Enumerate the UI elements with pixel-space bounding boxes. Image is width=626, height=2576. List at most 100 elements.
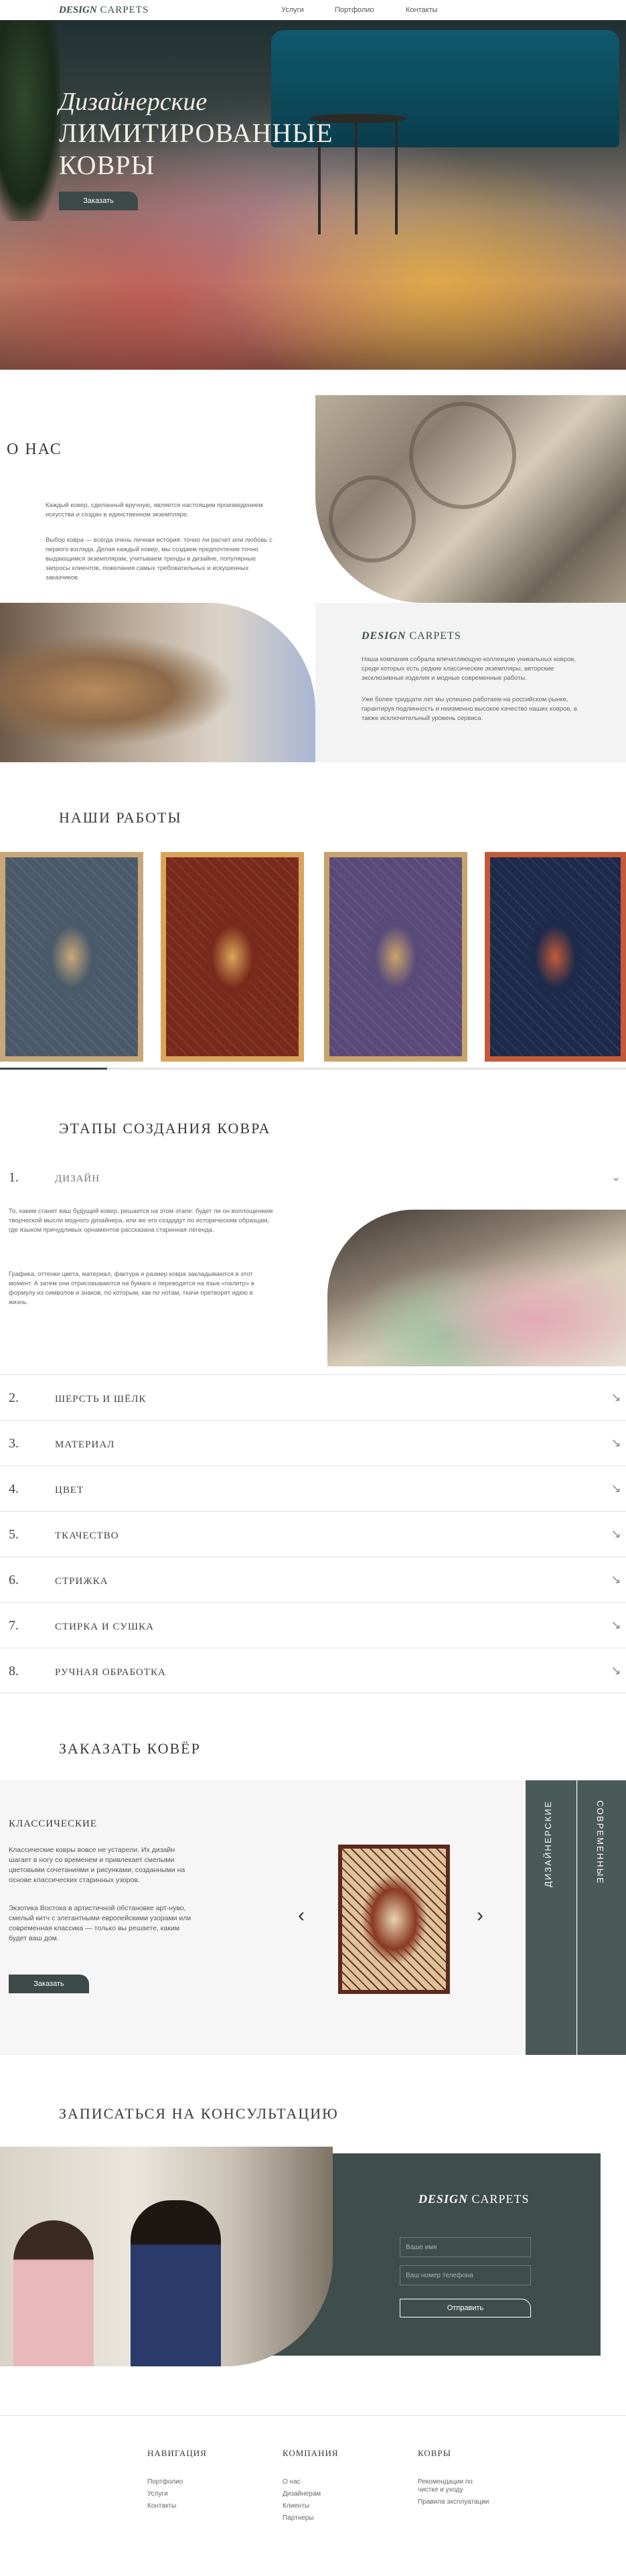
about-right-paragraph-2: Уже более тридцати лет мы успешно работа…	[362, 696, 577, 722]
tab-designer-label: ДИЗАЙНЕРСКИЕ	[543, 1800, 553, 1887]
consult-title: ЗАПИСАТЬСЯ НА КОНСУЛЬТАЦИЮ	[59, 2105, 339, 2122]
stage-number: 2.	[9, 1390, 19, 1405]
person-image	[131, 2200, 221, 2366]
hero-title: ЛИМИТИРОВАННЫЕ КОВРЫ	[59, 117, 367, 182]
header: DESIGN CARPETS Услуги Портфолио Контакты	[0, 0, 626, 20]
chevron-down-icon[interactable]: ⌄	[610, 1171, 622, 1183]
person-image	[13, 2220, 94, 2366]
stage-label: МАТЕРИАЛ	[55, 1439, 115, 1450]
logo[interactable]: DESIGN CARPETS	[59, 5, 149, 16]
about-title: О НАС	[7, 441, 62, 458]
stage-label: СТРИЖКА	[55, 1576, 108, 1587]
order-rug-image	[338, 1845, 450, 1994]
about-paragraph-2: Выбор ковра — всегда очень личная истори…	[46, 536, 272, 581]
works-rug-4[interactable]	[485, 852, 626, 1062]
consult-logo: DESIGN CARPETS	[418, 2192, 530, 2206]
footer-heading-company: КОМПАНИЯ	[283, 2448, 339, 2458]
hero-order-button[interactable]: Заказать	[59, 192, 138, 210]
carpet-roll	[409, 402, 516, 509]
carpet-rolls-image	[315, 395, 626, 603]
stage-row-material[interactable]: 3. МАТЕРИАЛ ↘	[0, 1420, 626, 1465]
logo-mark: DESIGN	[59, 5, 97, 15]
footer-link[interactable]: Услуги	[147, 2490, 221, 2498]
about-logo: DESIGN CARPETS	[362, 630, 461, 642]
about-logo-mark: DESIGN	[362, 630, 406, 642]
arrow-down-right-icon[interactable]: ↘	[610, 1437, 622, 1449]
stage-row-cutting[interactable]: 6. СТРИЖКА ↘	[0, 1557, 626, 1602]
name-field[interactable]	[400, 2237, 531, 2257]
arrow-down-right-icon[interactable]: ↘	[610, 1619, 622, 1631]
logo-text: CARPETS	[100, 5, 149, 15]
stage-number: 4.	[9, 1482, 19, 1496]
works-rug-2[interactable]	[161, 852, 304, 1062]
carousel-prev-icon[interactable]: ‹	[298, 1904, 305, 1927]
about-logo-text: CARPETS	[409, 630, 461, 642]
hero-table-leg	[395, 121, 398, 234]
stage-label: ДИЗАЙН	[55, 1173, 100, 1184]
nav-link-contacts[interactable]: Контакты	[406, 6, 438, 14]
stage-label: СТИРКА И СУШКА	[55, 1622, 154, 1632]
footer-link[interactable]: Партнеры	[283, 2514, 356, 2522]
stage-label: ТКАЧЕСТВО	[55, 1530, 119, 1541]
arrow-down-right-icon[interactable]: ↘	[610, 1482, 622, 1494]
stage-row-weaving[interactable]: 5. ТКАЧЕСТВО ↘	[0, 1511, 626, 1557]
hero-banner: Дизайнерские ЛИМИТИРОВАННЫЕ КОВРЫ Заказа…	[0, 20, 626, 370]
footer-heading-carpets: КОВРЫ	[418, 2448, 451, 2458]
arrow-down-right-icon[interactable]: ↘	[610, 1573, 622, 1585]
hero-title-line2: КОВРЫ	[59, 150, 155, 180]
works-rug-3[interactable]	[324, 852, 467, 1062]
footer-link[interactable]: Рекомендации по чистке и уходу	[418, 2478, 491, 2494]
tab-designer[interactable]: ДИЗАЙНЕРСКИЕ	[526, 1780, 576, 2055]
carpet-roll	[329, 476, 416, 563]
stage-label: ШЕРСТЬ И ШЁЛК	[55, 1394, 147, 1405]
arrow-down-right-icon[interactable]: ↘	[610, 1664, 622, 1676]
stage-row-handwork[interactable]: 8. РУЧНАЯ ОБРАБОТКА ↘	[0, 1648, 626, 1693]
footer-link[interactable]: Клиенты	[283, 2502, 356, 2510]
stage-number: 8.	[9, 1664, 19, 1678]
hero-title-line1: ЛИМИТИРОВАННЫЕ	[59, 118, 333, 148]
works-title: НАШИ РАБОТЫ	[59, 809, 182, 826]
nav-link-portfolio[interactable]: Портфолио	[335, 6, 374, 14]
stage-number: 3.	[9, 1436, 19, 1451]
consultation-photo	[0, 2147, 333, 2366]
tab-modern[interactable]: СОВРЕМЕННЫЕ	[577, 1780, 626, 2055]
works-scrollbar-thumb[interactable]	[0, 1068, 107, 1070]
stage-number: 6.	[9, 1573, 19, 1587]
footer-link[interactable]: Портфолио	[147, 2478, 221, 2486]
arrow-down-right-icon[interactable]: ↘	[610, 1391, 622, 1403]
works-scrollbar[interactable]	[0, 1068, 626, 1070]
tab-modern-label: СОВРЕМЕННЫЕ	[595, 1800, 605, 1885]
footer-link[interactable]: Правила эксплуатации	[418, 2498, 491, 2506]
stage-label: ЦВЕТ	[55, 1485, 84, 1496]
page: DESIGN CARPETS Услуги Портфолио Контакты…	[0, 0, 626, 2576]
stage-row-design[interactable]: 1. ДИЗАЙН ⌄	[0, 1155, 626, 1200]
order-text-1: Классические ковры вовсе не устарели. Их…	[9, 1846, 185, 1884]
stage-number: 5.	[9, 1527, 19, 1542]
about-paragraph-1: Каждый ковер, сделанный вручную, являетс…	[46, 502, 263, 518]
footer-link[interactable]: О нас	[283, 2478, 356, 2486]
drawing-design-image	[327, 1210, 626, 1366]
stage-row-washing[interactable]: 7. СТИРКА И СУШКА ↘	[0, 1602, 626, 1648]
stage-design-text-2: Графика, оттенки цвета, материал, фактур…	[9, 1271, 254, 1306]
stage-row-wool[interactable]: 2. ШЕРСТЬ И ШЁЛК ↘	[0, 1374, 626, 1420]
hero-title-italic: Дизайнерские	[59, 88, 208, 116]
order-title: ЗАКАЗАТЬ КОВЁР	[59, 1740, 201, 1757]
stage-number: 7.	[9, 1618, 19, 1633]
order-category-title: КЛАССИЧЕСКИЕ	[9, 1818, 98, 1829]
stage-row-color[interactable]: 4. ЦВЕТ ↘	[0, 1465, 626, 1511]
submit-button[interactable]: Отправить	[400, 2299, 531, 2317]
footer-link[interactable]: Дизайнерам	[283, 2490, 356, 2498]
arrow-down-right-icon[interactable]: ↘	[610, 1528, 622, 1540]
nav-link-services[interactable]: Услуги	[281, 6, 304, 14]
footer-link[interactable]: Контакты	[147, 2502, 221, 2510]
about-right-paragraph-1: Наша компания собрала впечатляющую колле…	[362, 656, 576, 682]
carousel-next-icon[interactable]: ›	[477, 1904, 483, 1927]
consult-logo-mark: DESIGN	[418, 2192, 469, 2206]
footer-heading-navigation: НАВИГАЦИЯ	[147, 2448, 207, 2458]
hero-plant	[0, 20, 60, 221]
works-rug-1[interactable]	[0, 852, 143, 1062]
stage-design-text-1: То, каким станет ваш будущий ковер, реша…	[9, 1208, 273, 1234]
stage-number: 1.	[9, 1170, 19, 1185]
phone-field[interactable]	[400, 2265, 531, 2285]
order-button[interactable]: Заказать	[9, 1975, 89, 1993]
